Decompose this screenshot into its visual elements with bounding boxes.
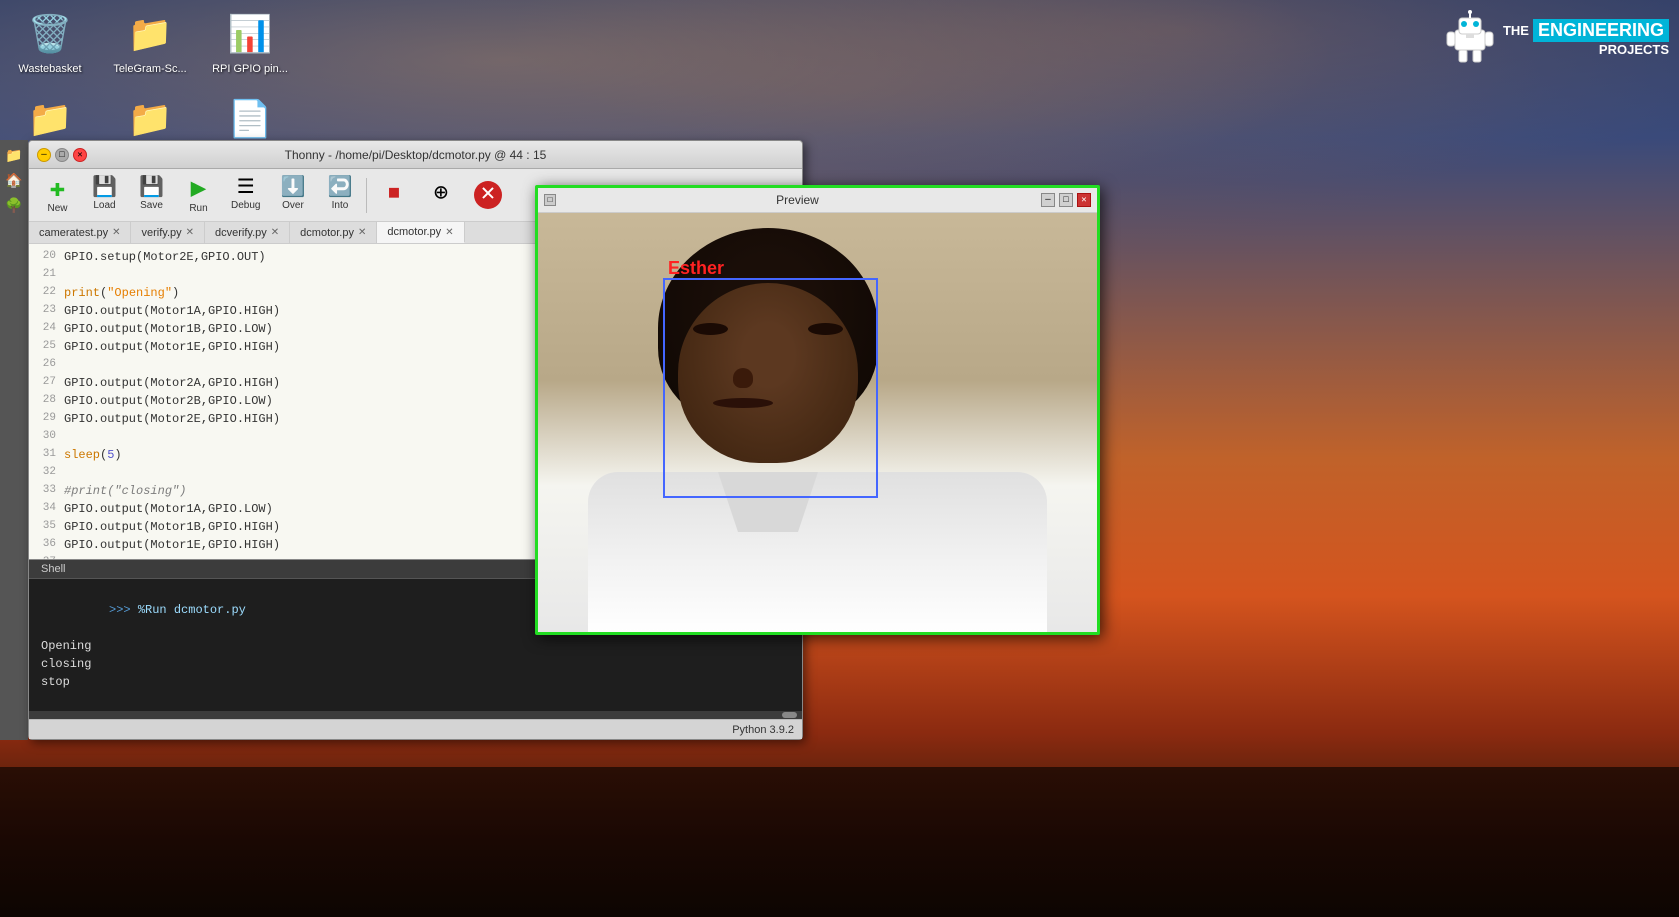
closerun-icon: ✕: [474, 181, 502, 209]
desktop-icons-row1: 🗑️ Wastebasket 📁 TeleGram-Sc... 📊 RPI GP…: [10, 10, 290, 75]
toolbar-closerun-button[interactable]: ✕: [465, 178, 510, 212]
load-icon: 💾: [92, 179, 117, 199]
tab-verify-close[interactable]: ✕: [186, 227, 194, 238]
run-label: Run: [189, 203, 207, 214]
shell-line-stop: stop: [37, 673, 794, 691]
into-icon: ↩️: [328, 179, 353, 199]
thonny-title-bar: ─ □ ✕ Thonny - /home/pi/Desktop/dcmotor.…: [29, 141, 802, 169]
telegram-icon: 📁: [125, 10, 175, 60]
title-btn-close[interactable]: ✕: [73, 148, 87, 162]
load-label: Load: [93, 200, 115, 211]
robot-icon: [1445, 10, 1495, 65]
tab-dcmotor2-close[interactable]: ✕: [445, 227, 453, 238]
into-label: Into: [332, 200, 349, 211]
toolbar-load-button[interactable]: 💾 Load: [82, 176, 127, 214]
tab-verify[interactable]: verify.py ✕: [131, 222, 205, 243]
logo-the-text: THE: [1503, 23, 1529, 38]
tab-cameratest-close[interactable]: ✕: [112, 227, 120, 238]
tab-dcverify-label: dcverify.py: [215, 227, 267, 239]
debug-label: Debug: [231, 200, 260, 211]
shell-line-opening1: Opening: [37, 637, 794, 655]
run-icon: ▶: [191, 176, 207, 202]
preview-title-text: Preview: [556, 193, 1039, 207]
toolbar-over-button[interactable]: ⬇️ Over: [270, 176, 315, 214]
desktop-icon-rpi[interactable]: 📊 RPI GPIO pin...: [210, 10, 290, 75]
stop-icon: ⏹: [388, 183, 400, 207]
toolbar-save-button[interactable]: 💾 Save: [129, 176, 174, 214]
wastebasket-icon: 🗑️: [25, 10, 75, 60]
face-name-label: Esther: [668, 258, 724, 279]
toolbar-separator: [366, 178, 367, 213]
face-detection-box: [663, 278, 878, 498]
shell-tab-label: Shell: [41, 563, 65, 575]
tab-dcmotor1[interactable]: dcmotor.py ✕: [290, 222, 377, 243]
tab-dcmotor1-label: dcmotor.py: [300, 227, 354, 239]
sidebar-icon-file[interactable]: 📁: [3, 145, 25, 167]
tab-dcmotor1-close[interactable]: ✕: [358, 227, 366, 238]
new-icon: ✚: [50, 176, 66, 202]
python-version: Python 3.9.2: [732, 724, 794, 736]
preview-icon[interactable]: □: [544, 194, 556, 206]
folder2-icon: 📁: [125, 95, 175, 145]
new-label: New: [47, 203, 67, 214]
sidebar-left: 📁 🏠 🌳: [0, 140, 28, 740]
title-btn-maximize[interactable]: □: [55, 148, 69, 162]
tab-dcmotor2-label: dcmotor.py: [387, 226, 441, 238]
save-label: Save: [140, 200, 163, 211]
logo-projects-text: PROJECTS: [1503, 42, 1669, 57]
tab-dcmotor2[interactable]: dcmotor.py ✕: [377, 222, 464, 243]
toolbar-new-button[interactable]: ✚ New: [35, 173, 80, 217]
toolbar-into-button[interactable]: ↩️ Into: [317, 176, 362, 214]
logo-text: THE ENGINEERING PROJECTS: [1503, 19, 1669, 57]
over-icon: ⬇️: [281, 179, 306, 199]
toolbar-run-button[interactable]: ▶ Run: [176, 173, 221, 217]
title-btn-minimize[interactable]: ─: [37, 148, 51, 162]
ground-overlay: [0, 767, 1679, 917]
preview-maximize-button[interactable]: □: [1059, 193, 1073, 207]
shell-scrollbar[interactable]: [29, 711, 802, 719]
thonny-status-bar: Python 3.9.2: [29, 719, 802, 739]
folder1-icon: 📁: [25, 95, 75, 145]
shell-line-closing: closing: [37, 655, 794, 673]
sidebar-icon-tree[interactable]: 🌳: [3, 195, 25, 217]
toolbar-debug-button[interactable]: ☰ Debug: [223, 176, 268, 214]
rpi-icon: 📊: [225, 10, 275, 60]
doc-icon: 📄: [225, 95, 275, 145]
wastebasket-label: Wastebasket: [18, 63, 81, 75]
thonny-title: Thonny - /home/pi/Desktop/dcmotor.py @ 4…: [87, 148, 744, 162]
tab-cameratest[interactable]: cameratest.py ✕: [29, 222, 131, 243]
over-label: Over: [282, 200, 304, 211]
preview-window: □ Preview ─ □ ✕ Esther: [535, 185, 1100, 635]
shell-scrollbar-thumb: [782, 712, 797, 718]
shell-line-blank: [37, 691, 794, 709]
sidebar-icon-home[interactable]: 🏠: [3, 170, 25, 192]
tab-dcverify-close[interactable]: ✕: [271, 227, 279, 238]
debug-icon: ☰: [237, 179, 255, 199]
tab-dcverify[interactable]: dcverify.py ✕: [205, 222, 290, 243]
logo-area: THE ENGINEERING PROJECTS: [1445, 10, 1669, 65]
desktop-icon-wastebasket[interactable]: 🗑️ Wastebasket: [10, 10, 90, 75]
telegram-label: TeleGram-Sc...: [113, 63, 186, 75]
preview-minimize-button[interactable]: ─: [1041, 193, 1055, 207]
rpi-label: RPI GPIO pin...: [212, 63, 288, 75]
toolbar-resume-button[interactable]: ⊕: [418, 180, 463, 210]
toolbar-stop-button[interactable]: ⏹: [371, 180, 416, 210]
tab-cameratest-label: cameratest.py: [39, 227, 108, 239]
resume-icon: ⊕: [434, 183, 448, 207]
tab-verify-label: verify.py: [141, 227, 181, 239]
save-icon: 💾: [139, 179, 164, 199]
preview-content: Esther: [538, 213, 1097, 632]
preview-close-button[interactable]: ✕: [1077, 193, 1091, 207]
logo-engineering-text: ENGINEERING: [1533, 19, 1669, 42]
desktop-icon-telegram[interactable]: 📁 TeleGram-Sc...: [110, 10, 190, 75]
preview-title-bar: □ Preview ─ □ ✕: [538, 188, 1097, 213]
